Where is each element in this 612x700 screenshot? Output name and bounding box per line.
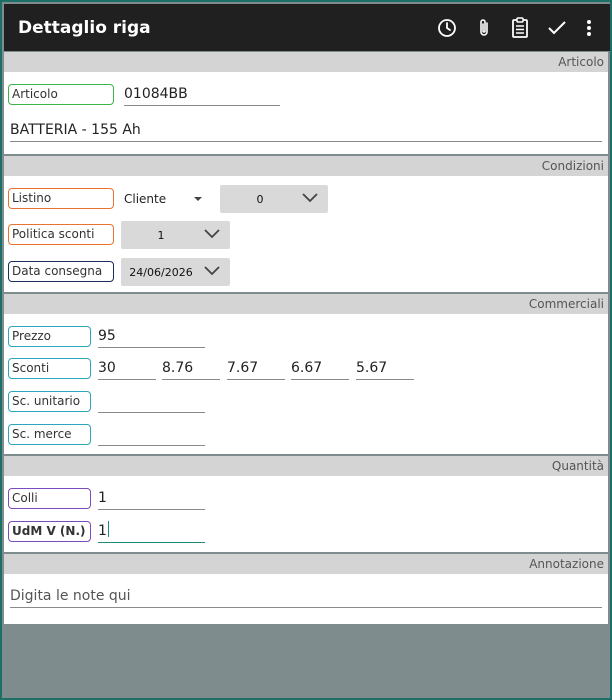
sc-unitario-label: Sc. unitario	[8, 391, 91, 412]
panel-annotazione: Digita le note qui	[4, 574, 608, 624]
more-vertical-icon[interactable]	[578, 17, 600, 39]
data-consegna-value: 24/06/2026	[129, 266, 193, 279]
udm-label: UdM V (N.)	[8, 521, 91, 542]
udm-field-text: 1	[98, 523, 107, 539]
section-header-articolo: Articolo	[4, 52, 608, 72]
listino-value-select[interactable]: 0	[220, 185, 328, 213]
page-title: Dettaglio riga	[18, 18, 151, 38]
panel-commerciali: Prezzo 95 Sconti 30 8.76 7.67 6.67 5.67 …	[4, 314, 608, 454]
section-header-quantita: Quantità	[4, 456, 608, 476]
panel-quantita: Colli 1 UdM V (N.) 1	[4, 476, 608, 552]
colli-field[interactable]: 1	[98, 488, 205, 510]
sconto-2-field[interactable]: 8.76	[162, 358, 220, 380]
colli-label: Colli	[8, 488, 91, 509]
prezzo-label: Prezzo	[8, 326, 91, 347]
prezzo-field[interactable]: 95	[98, 326, 205, 348]
panel-condizioni: Listino Cliente 0 Politica sconti 1 Data…	[4, 176, 608, 292]
listino-label: Listino	[8, 188, 114, 209]
listino-type-dropdown-icon[interactable]	[194, 197, 202, 201]
chevron-down-icon	[302, 193, 318, 203]
chevron-down-icon	[204, 266, 220, 276]
articolo-code-field[interactable]: 01084BB	[124, 84, 280, 106]
attach-icon[interactable]	[473, 17, 495, 39]
sconto-3-field[interactable]: 7.67	[227, 358, 285, 380]
sc-merce-field[interactable]	[98, 424, 205, 446]
data-consegna-label: Data consegna	[8, 261, 114, 282]
udm-field[interactable]: 1	[98, 521, 205, 543]
chevron-down-icon	[204, 229, 220, 239]
check-icon[interactable]	[546, 17, 568, 39]
sconto-5-field[interactable]: 5.67	[356, 358, 414, 380]
section-header-condizioni: Condizioni	[4, 156, 608, 176]
data-consegna-select[interactable]: 24/06/2026	[121, 258, 230, 286]
sconto-1-field[interactable]: 30	[98, 358, 156, 380]
sconto-4-field[interactable]: 6.67	[291, 358, 349, 380]
sc-unitario-field[interactable]	[98, 391, 205, 413]
section-header-annotazione: Annotazione	[4, 554, 608, 574]
history-icon[interactable]	[436, 17, 458, 39]
politica-sconti-value: 1	[157, 229, 165, 242]
listino-type-select[interactable]: Cliente	[124, 192, 166, 206]
app-bar: Dettaglio riga	[4, 4, 610, 51]
sc-merce-label: Sc. merce	[8, 424, 91, 445]
clipboard-icon[interactable]	[509, 17, 531, 39]
politica-sconti-select[interactable]: 1	[121, 221, 230, 249]
politica-sconti-label: Politica sconti	[8, 224, 114, 245]
panel-articolo: Articolo 01084BB BATTERIA - 155 Ah	[4, 72, 608, 154]
listino-value-text: 0	[256, 193, 264, 206]
note-input[interactable]: Digita le note qui	[10, 586, 602, 608]
sconti-label: Sconti	[8, 358, 91, 379]
app-frame: Dettaglio riga Articolo Articolo 01084BB…	[0, 0, 612, 700]
text-caret	[107, 521, 109, 537]
articolo-label: Articolo	[8, 84, 114, 105]
section-header-commerciali: Commerciali	[4, 294, 608, 314]
articolo-description-field[interactable]: BATTERIA - 155 Ah	[10, 120, 602, 142]
